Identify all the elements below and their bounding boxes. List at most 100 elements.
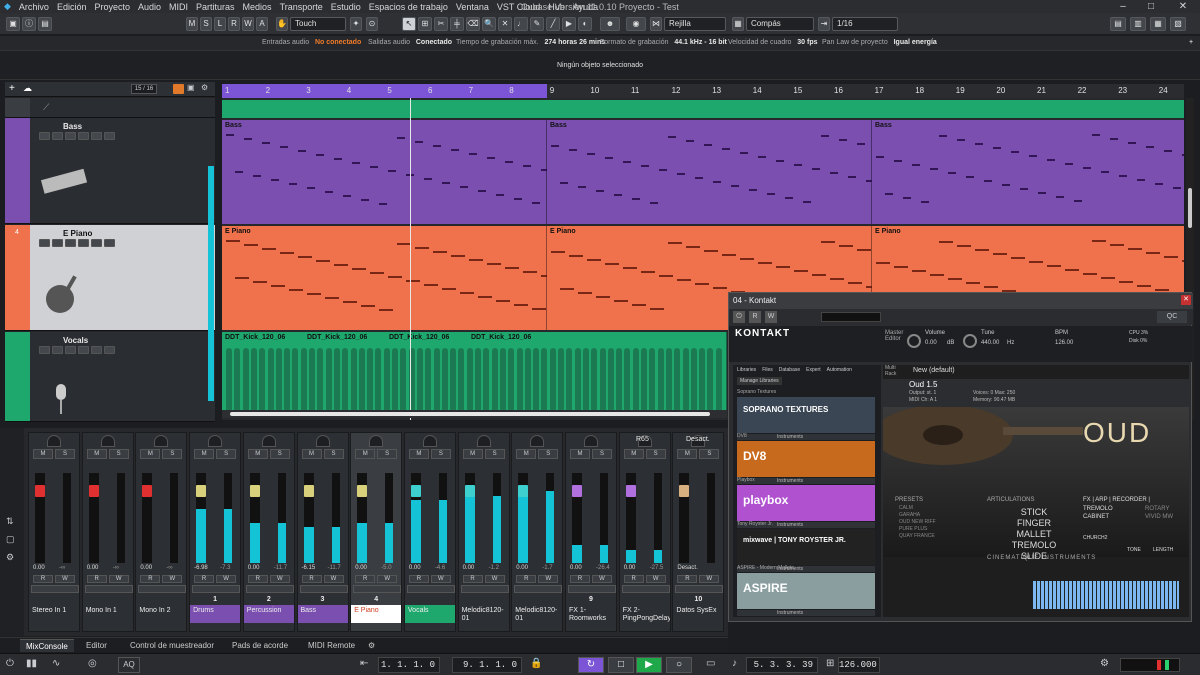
track-buttons[interactable] [39, 239, 115, 247]
quantize-select[interactable]: 1/16 [832, 17, 898, 31]
channel-edit-button[interactable] [84, 585, 133, 593]
list-item[interactable]: CABINET [1083, 513, 1113, 521]
touch-mode-icon[interactable]: ✋ [276, 17, 288, 31]
range-tool-icon[interactable]: ⊞ [418, 17, 432, 31]
menu-1[interactable]: Edición [53, 2, 91, 12]
channel-edit-button[interactable] [138, 585, 187, 593]
list-item[interactable]: PURE PLUS [899, 526, 936, 533]
mute-button[interactable]: M [301, 449, 322, 459]
lock-icon[interactable]: 🔒 [530, 658, 542, 669]
list-item[interactable]: TREMOLO [989, 540, 1079, 551]
snap-type-select[interactable]: Rejilla [664, 17, 726, 31]
automation-mode-select[interactable]: Touch [290, 17, 346, 31]
mute-button[interactable]: M [247, 449, 268, 459]
plugin-power-icon[interactable]: ⏻ [733, 311, 745, 323]
draw-tool-icon[interactable]: ✎ [530, 17, 544, 31]
read-automation-button[interactable]: R [140, 575, 161, 583]
solo-button[interactable]: S [699, 449, 720, 459]
bass-lane[interactable]: Bass Bass Bass [222, 120, 1184, 224]
midi-event[interactable]: E Piano [222, 226, 555, 330]
channel-edit-button[interactable] [245, 585, 294, 593]
kontakt-tab-1[interactable]: Files [762, 367, 773, 373]
tab-3[interactable]: Pads de acorde [226, 639, 294, 652]
locate-left-icon[interactable]: ⇤ [360, 658, 368, 669]
ruler-bar-17[interactable]: 17 [875, 86, 884, 95]
position-display[interactable]: 5. 3. 3. 39 [746, 657, 818, 673]
info-icon[interactable]: ⓘ [22, 17, 36, 31]
track-epiano[interactable]: E Piano 4 [5, 225, 215, 331]
color-tool-icon[interactable]: ◐ [578, 17, 592, 31]
tabs-settings-icon[interactable]: ⚙ [362, 639, 381, 652]
ruler[interactable]: 1 2 3 4 5 6 7 8 9 10 11 12 13 14 15 16 17 18 19 20 21 22 23 24 [222, 84, 1184, 98]
channel-name[interactable]: Mono In 1 [82, 605, 133, 623]
kontakt-tab-2[interactable]: Database [779, 367, 800, 373]
channel-edit-button[interactable] [406, 585, 455, 593]
read-automation-button[interactable]: R [408, 575, 429, 583]
marker-icon[interactable]: ▭ [706, 658, 715, 669]
solo-button[interactable]: S [323, 449, 344, 459]
track-settings-icon[interactable]: ⚙ [201, 83, 208, 92]
toolbar-r-button[interactable]: R [228, 17, 240, 31]
list-item[interactable]: CALM [899, 505, 936, 512]
split-tool-icon[interactable]: ✂ [434, 17, 448, 31]
menu-5[interactable]: Partituras [192, 2, 239, 12]
close-icon[interactable]: ✕ [1172, 0, 1194, 13]
pan-knob[interactable] [476, 435, 491, 447]
channel-edit-button[interactable] [514, 585, 563, 593]
tab-4[interactable]: MIDI Remote [302, 639, 361, 652]
preset-field[interactable] [821, 312, 881, 322]
channel-name[interactable]: FX 2-PingPongDelay [619, 605, 670, 623]
volume-fader[interactable] [357, 485, 368, 497]
read-automation-button[interactable]: R [570, 575, 590, 583]
cycle-button[interactable]: ↻ [578, 657, 604, 673]
read-automation-button[interactable]: R [462, 575, 483, 583]
app-logo-icon[interactable]: ◆ [0, 1, 15, 12]
track-vocals[interactable]: Vocals [5, 332, 215, 422]
menu-13[interactable]: Ayuda [569, 2, 602, 12]
toolbar-w-button[interactable]: W [242, 17, 254, 31]
ruler-bar-24[interactable]: 24 [1159, 86, 1168, 95]
mute-button[interactable]: M [355, 449, 376, 459]
mute-button[interactable]: M [623, 449, 644, 459]
list-item[interactable]: STICK [989, 507, 1079, 518]
ruler-bar-7[interactable]: 7 [469, 86, 473, 95]
channel-edit-button[interactable] [621, 585, 670, 593]
solo-button[interactable]: S [484, 449, 505, 459]
menu-10[interactable]: Ventana [452, 2, 493, 12]
cycle-range[interactable] [222, 84, 547, 98]
tab-0[interactable]: MixConsole [20, 639, 74, 652]
write-automation-button[interactable]: W [699, 575, 720, 583]
track-visibility-icon[interactable] [173, 84, 184, 94]
ruler-bar-22[interactable]: 22 [1078, 86, 1087, 95]
track-name[interactable]: E Piano [63, 229, 92, 238]
pan-knob[interactable] [100, 435, 115, 447]
record-button[interactable]: ○ [666, 657, 692, 673]
write-automation-button[interactable]: W [108, 575, 129, 583]
volume-fader[interactable] [410, 485, 421, 497]
mixer-view-icon[interactable]: ▢ [6, 534, 15, 545]
layout-icon-4[interactable]: ▧ [1170, 17, 1186, 31]
tune-knob[interactable] [963, 334, 977, 348]
quantize-icon[interactable]: ⇥ [818, 17, 830, 31]
manage-libraries-button[interactable]: Manage Libraries [737, 377, 782, 385]
channel-name[interactable]: Datos SysEx [673, 605, 724, 623]
write-automation-button[interactable]: W [162, 575, 183, 583]
layout-icon-3[interactable]: ▦ [1150, 17, 1166, 31]
kontakt-tab-4[interactable]: Automation [827, 367, 852, 373]
menu-6[interactable]: Medios [239, 2, 276, 12]
playhead-cursor[interactable] [410, 98, 411, 420]
mute-button[interactable]: M [86, 449, 107, 459]
mute-button[interactable]: M [140, 449, 161, 459]
volume-fader[interactable] [303, 485, 314, 497]
left-locator[interactable]: 1. 1. 1. 0 [378, 657, 440, 673]
channel-edit-button[interactable] [299, 585, 348, 593]
ruler-bar-16[interactable]: 16 [834, 86, 843, 95]
channel-name[interactable]: Percussion [243, 605, 294, 623]
channel-edit-button[interactable] [675, 585, 724, 593]
library-tile[interactable]: Tony Royster Jr. mixwave | TONY ROYSTER J… [737, 521, 875, 572]
pan-knob[interactable] [530, 435, 545, 447]
layout-icon-2[interactable]: ▥ [1130, 17, 1146, 31]
kontakt-tab-0[interactable]: Libraries [737, 367, 756, 373]
write-automation-button[interactable]: W [377, 575, 398, 583]
mute-button[interactable]: M [194, 449, 215, 459]
